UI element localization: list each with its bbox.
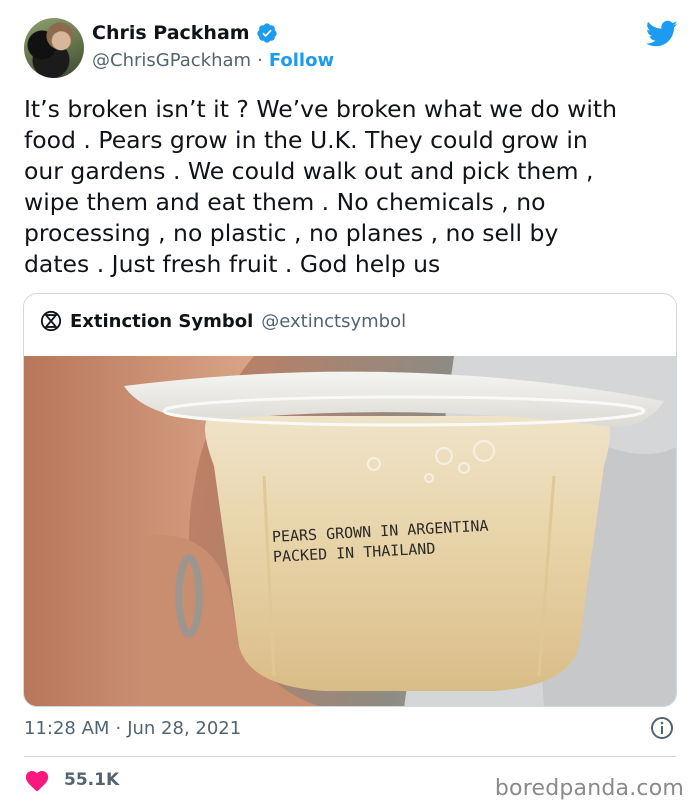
quoted-tweet-header: Extinction Symbol @extinctsymbol [40,310,406,332]
author-name-row: Chris Packham [92,22,278,44]
heart-icon[interactable] [24,768,50,792]
like-count: 55.1K [64,770,120,790]
tweet-timestamp[interactable]: 11:28 AM · Jun 28, 2021 [24,718,241,739]
quoted-tweet[interactable]: Extinction Symbol @extinctsymbol PEARS G… [23,293,677,707]
separator-dot: · [115,718,122,739]
like-row[interactable]: 55.1K [24,768,119,792]
pear-cup-illustration: PEARS GROWN IN ARGENTINA PACKED IN THAIL… [24,356,676,706]
author-avatar[interactable] [24,18,84,78]
tweet-date: Jun 28, 2021 [127,718,242,739]
verified-badge-icon [256,23,277,43]
follow-button[interactable]: Follow [269,50,334,71]
divider [24,756,676,757]
info-icon[interactable] [650,716,674,740]
tweet-card: Chris Packham @ChrisGPackham · Follow It… [0,0,700,809]
extinction-symbol-icon [40,310,62,332]
tweet-time: 11:28 AM [24,718,110,739]
quoted-author-handle[interactable]: @extinctsymbol [261,311,406,332]
author-name[interactable]: Chris Packham [92,22,250,44]
author-handle[interactable]: @ChrisGPackham [92,50,251,71]
twitter-bird-icon[interactable] [646,20,678,48]
watermark: boredpanda.com [494,776,684,801]
quoted-author-name[interactable]: Extinction Symbol [70,311,253,332]
tweet-text: It’s broken isn’t it ? We’ve broken what… [24,95,617,278]
separator-dot: · [257,50,263,71]
quoted-photo[interactable]: PEARS GROWN IN ARGENTINA PACKED IN THAIL… [24,356,676,706]
author-handle-row: @ChrisGPackham · Follow [92,50,334,71]
